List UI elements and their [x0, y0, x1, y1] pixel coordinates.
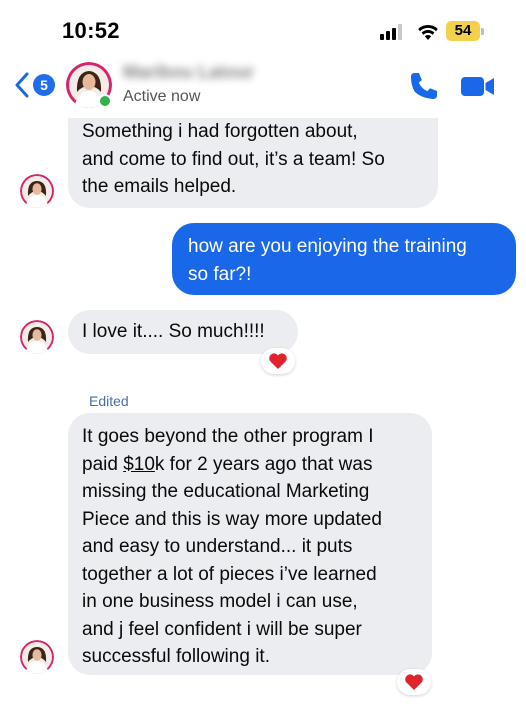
message-line: I love it.... So much!!!! [82, 321, 265, 342]
message-line: together a lot of pieces i’ve learned [82, 563, 377, 585]
message-line: Something i had forgotten about, [82, 121, 358, 142]
heart-reaction[interactable] [397, 669, 431, 695]
contact-name[interactable]: Maribou Latour [123, 62, 254, 83]
phone-icon[interactable] [408, 70, 440, 102]
heart-reaction[interactable] [261, 348, 295, 374]
wifi-icon [418, 24, 438, 40]
message-bubble-outgoing[interactable]: how are you enjoying the training so far… [172, 223, 516, 295]
active-status: Active now [123, 88, 201, 105]
battery-level: 54 [446, 21, 480, 41]
message-line: in one business model i can use, [82, 591, 358, 612]
sender-avatar[interactable] [20, 320, 54, 354]
heart-icon [269, 353, 287, 369]
message-line: and come to find out, it’s a team! So [82, 148, 385, 170]
sender-avatar[interactable] [20, 640, 54, 674]
message-line: It goes beyond the other program I [82, 426, 374, 447]
chevron-left-icon [15, 72, 29, 98]
message-line: how are you enjoying the training [188, 236, 467, 257]
back-button[interactable]: 5 [14, 70, 58, 100]
cellular-signal-icon [380, 24, 406, 40]
message-bubble[interactable]: I love it.... So much!!!! [68, 310, 298, 354]
message-line: and j feel confident i will be super [82, 618, 362, 640]
message-line: paid $10k for 2 years ago that was [82, 453, 373, 475]
message-line: the emails helped. [82, 176, 237, 197]
message-line: and easy to understand... it puts [82, 536, 353, 557]
edited-label: Edited [89, 393, 129, 409]
sender-avatar[interactable] [20, 174, 54, 208]
status-time: 10:52 [62, 18, 120, 43]
heart-icon [405, 674, 423, 690]
message-line: missing the educational Marketing [82, 481, 370, 502]
video-camera-icon[interactable] [460, 70, 496, 102]
message-bubble[interactable]: It goes beyond the other program I paid … [68, 413, 432, 675]
conversation-header: 5 Maribou Latour Active now [0, 56, 526, 118]
message-line: Piece and this is way more updated [82, 508, 382, 530]
battery-icon: 54 [446, 21, 484, 41]
message-line: successful following it. [82, 646, 270, 667]
unread-count-badge: 5 [33, 74, 55, 96]
status-bar: 10:52 54 [0, 0, 526, 56]
message-line: so far?! [188, 263, 252, 285]
battery-tip [481, 28, 484, 35]
online-indicator [98, 94, 112, 108]
money-link[interactable]: $10 [123, 454, 155, 475]
